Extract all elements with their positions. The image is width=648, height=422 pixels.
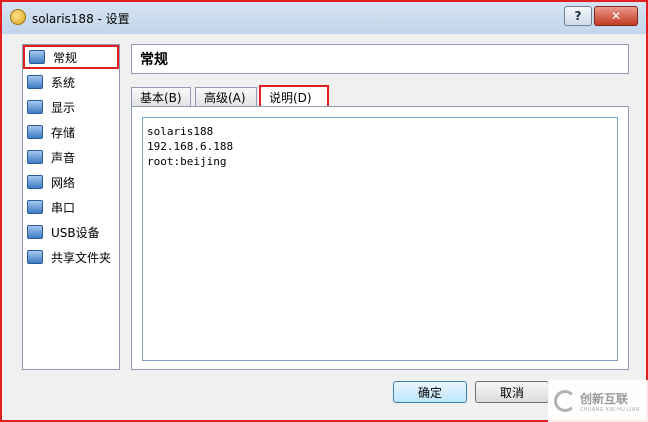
sidebar-item-label: 声音: [51, 150, 76, 165]
storage-icon: [27, 125, 43, 139]
sidebar-item-label: 串口: [51, 200, 76, 215]
sidebar-item-label: 显示: [51, 100, 76, 115]
sidebar-item-label: 系统: [51, 75, 76, 90]
sidebar-item-label: 共享文件夹: [51, 250, 112, 265]
watermark-logo-icon: [554, 390, 576, 412]
sidebar-item-network[interactable]: 网络: [23, 170, 119, 194]
network-icon: [27, 175, 43, 189]
usb-icon: [27, 225, 43, 239]
description-textarea[interactable]: solaris188 192.168.6.188 root:beijing: [142, 117, 618, 361]
sidebar-item-usb[interactable]: USB设备: [23, 220, 119, 244]
cancel-button[interactable]: 取消: [475, 381, 549, 403]
sidebar-item-general[interactable]: 常规: [23, 45, 119, 69]
sidebar-item-label: USB设备: [51, 225, 100, 240]
help-button[interactable]: ?: [564, 6, 592, 26]
sidebar-item-serial-port[interactable]: 串口: [23, 195, 119, 219]
display-icon: [27, 100, 43, 114]
sidebar-item-audio[interactable]: 声音: [23, 145, 119, 169]
virtualbox-icon: [10, 9, 26, 25]
sidebar-item-label: 存储: [51, 125, 76, 140]
folder-icon: [27, 250, 43, 264]
sidebar-item-label: 常规: [53, 50, 78, 65]
description-panel: solaris188 192.168.6.188 root:beijing: [131, 106, 629, 370]
chip-icon: [27, 75, 43, 89]
title-bar: solaris188 - 设置 ? ✕: [2, 2, 646, 34]
sidebar-item-storage[interactable]: 存储: [23, 120, 119, 144]
close-button[interactable]: ✕: [594, 6, 638, 26]
section-title: 常规: [131, 44, 629, 74]
tab-bar: 基本(B) 高级(A) 说明(D): [131, 85, 629, 107]
watermark-text: 创新互联: [580, 391, 629, 406]
tab-advanced[interactable]: 高级(A): [195, 87, 257, 107]
watermark-subtext: CHUANG XIN HU LIAN: [580, 406, 640, 413]
ok-button[interactable]: 确定: [393, 381, 467, 403]
tab-description[interactable]: 说明(D): [259, 85, 329, 107]
settings-sidebar: 常规 系统 显示 存储 声音 网络 串口 USB设备 共享文件夹: [22, 44, 120, 370]
sidebar-item-label: 网络: [51, 175, 76, 190]
watermark: 创新互联 CHUANG XIN HU LIAN: [548, 380, 648, 422]
tab-basic[interactable]: 基本(B): [131, 87, 191, 107]
serial-port-icon: [27, 200, 43, 214]
monitor-icon: [29, 50, 45, 64]
sidebar-item-display[interactable]: 显示: [23, 95, 119, 119]
sidebar-item-system[interactable]: 系统: [23, 70, 119, 94]
sidebar-item-shared-folders[interactable]: 共享文件夹: [23, 245, 119, 269]
speaker-icon: [27, 150, 43, 164]
settings-dialog: solaris188 - 设置 ? ✕ 常规 系统 显示 存储 声音 网络 串口…: [0, 0, 648, 422]
window-title: solaris188 - 设置: [32, 12, 130, 26]
